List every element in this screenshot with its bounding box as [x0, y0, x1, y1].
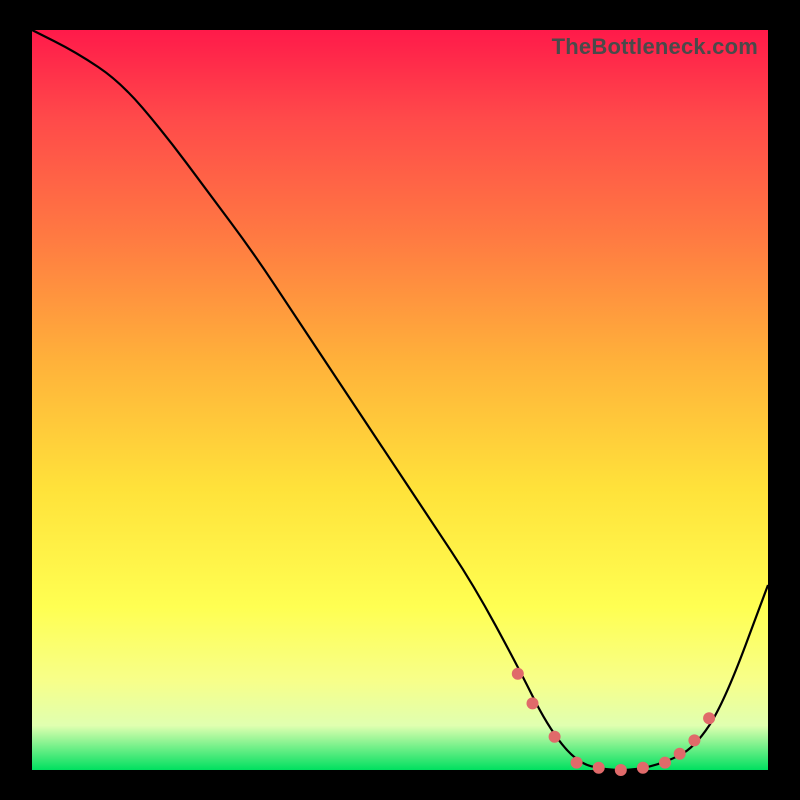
highlight-dot [549, 731, 561, 743]
highlight-dot [527, 697, 539, 709]
highlight-dot [703, 712, 715, 724]
highlight-dot [571, 757, 583, 769]
bottleneck-curve-line [32, 30, 768, 770]
highlight-dot [615, 764, 627, 776]
chart-plot-area: TheBottleneck.com [32, 30, 768, 770]
highlight-dot [659, 757, 671, 769]
chart-svg [32, 30, 768, 770]
highlight-dot [688, 734, 700, 746]
highlight-dot [674, 748, 686, 760]
highlight-dot [512, 668, 524, 680]
highlight-dot [637, 762, 649, 774]
highlight-dot [593, 762, 605, 774]
highlight-dots-group [512, 668, 715, 776]
